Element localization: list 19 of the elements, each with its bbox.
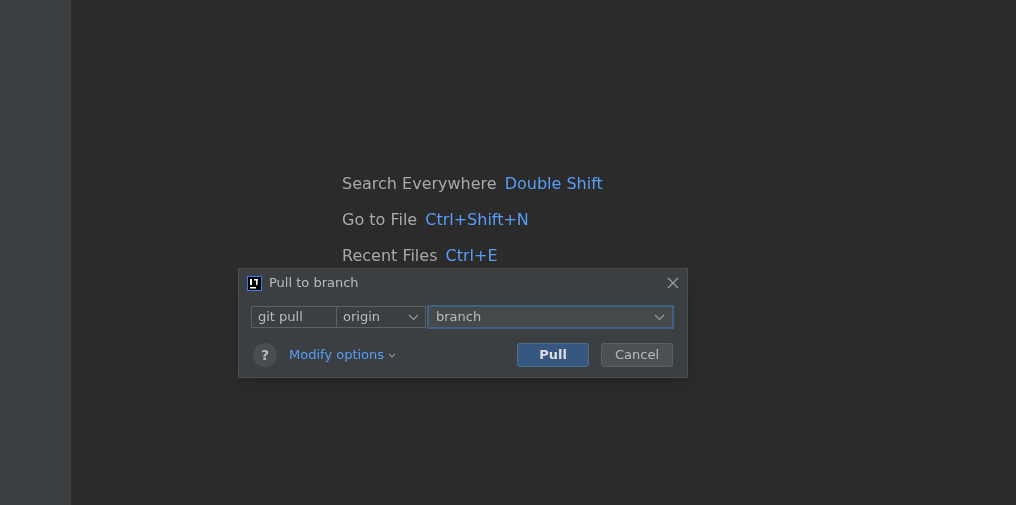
branch-dropdown[interactable]: branch (427, 305, 674, 329)
remote-dropdown[interactable]: origin (337, 306, 426, 328)
pull-button[interactable]: Pull (517, 343, 589, 367)
shortcut-text: Ctrl+Shift+N (425, 210, 529, 230)
chevron-down-icon (654, 313, 665, 321)
chevron-down-icon (408, 313, 419, 321)
cancel-button[interactable]: Cancel (601, 343, 673, 367)
command-field: git pull (251, 306, 337, 328)
app-logo-icon (247, 275, 262, 291)
help-button[interactable]: ? (253, 343, 277, 367)
hint-label: Recent Files (342, 246, 438, 266)
dialog-title: Pull to branch (269, 274, 359, 293)
chevron-down-icon (388, 352, 397, 358)
shortcut-text: Ctrl+E (445, 246, 498, 266)
close-icon[interactable] (667, 277, 679, 289)
shortcut-text: Double Shift (504, 174, 603, 194)
hint-label: Search Everywhere (342, 174, 497, 194)
modify-options-link[interactable]: Modify options (289, 345, 397, 365)
hint-label: Go to File (342, 210, 418, 230)
